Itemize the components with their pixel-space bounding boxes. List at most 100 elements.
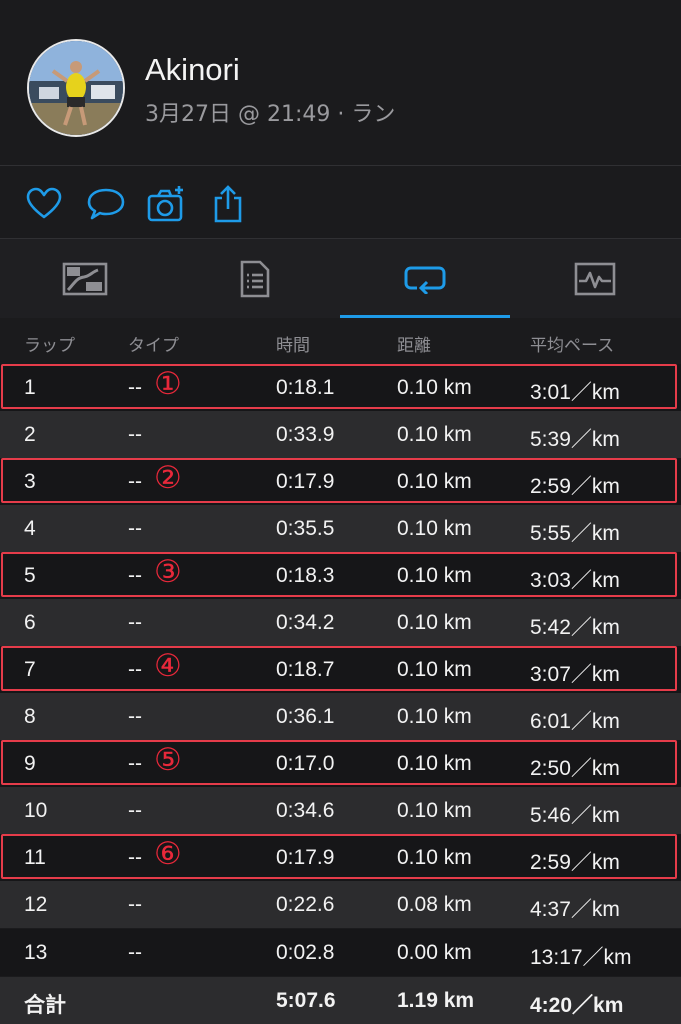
- cell-distance: 0.08 km: [397, 893, 472, 916]
- share-icon[interactable]: [208, 184, 248, 224]
- cell-lap: 4: [24, 517, 36, 540]
- cell-time: 0:33.9: [276, 423, 335, 446]
- cell-type: --: [128, 423, 142, 446]
- table-row[interactable]: 10 -- 0:34.6 0.10 km 5:46／km: [0, 787, 681, 834]
- header-pace: 平均ペース: [530, 336, 615, 356]
- cell-time: 0:18.1: [276, 376, 335, 399]
- heart-icon[interactable]: [24, 184, 64, 224]
- cell-time: 0:02.8: [276, 941, 335, 964]
- cell-lap: 2: [24, 423, 36, 446]
- laps-table-header: ラップ タイプ 時間 距離 平均ペース: [0, 318, 681, 364]
- table-row[interactable]: 8 -- 0:36.1 0.10 km 6:01／km: [0, 693, 681, 740]
- tab-summary[interactable]: [170, 239, 340, 318]
- tab-laps[interactable]: [340, 239, 510, 318]
- cell-distance: 0.10 km: [397, 376, 472, 399]
- cell-pace: 2:50／km: [530, 757, 620, 780]
- annotation-marker: ⑤: [154, 742, 182, 777]
- cell-distance: 0.10 km: [397, 564, 472, 587]
- cell-type: --: [128, 893, 142, 916]
- table-row[interactable]: 12 -- 0:22.6 0.08 km 4:37／km: [0, 881, 681, 928]
- cell-type: --: [128, 611, 142, 634]
- table-row[interactable]: 11 -- ⑥ 0:17.9 0.10 km 2:59／km: [0, 834, 681, 881]
- cell-time: 0:18.7: [276, 658, 335, 681]
- cell-distance: 0.10 km: [397, 846, 472, 869]
- comment-icon[interactable]: [86, 184, 126, 224]
- cell-pace: 13:17／km: [530, 946, 632, 969]
- table-row[interactable]: 5 -- ③ 0:18.3 0.10 km 3:03／km: [0, 552, 681, 599]
- cell-lap: 12: [24, 893, 48, 916]
- cell-type: --: [128, 658, 142, 681]
- total-time: 5:07.6: [276, 989, 336, 1012]
- add-photo-icon[interactable]: [146, 184, 186, 224]
- cell-lap: 13: [24, 941, 48, 964]
- cell-lap: 6: [24, 611, 36, 634]
- cell-distance: 0.00 km: [397, 941, 472, 964]
- cell-distance: 0.10 km: [397, 799, 472, 822]
- cell-time: 0:17.0: [276, 752, 335, 775]
- cell-pace: 3:03／km: [530, 569, 620, 592]
- cell-lap: 5: [24, 564, 36, 587]
- cell-pace: 3:01／km: [530, 381, 620, 404]
- map-icon: [62, 262, 108, 295]
- cell-time: 0:17.9: [276, 846, 335, 869]
- cell-time: 0:18.3: [276, 564, 335, 587]
- summary-icon: [240, 260, 270, 297]
- cell-pace: 5:46／km: [530, 804, 620, 827]
- cell-type: --: [128, 470, 142, 493]
- cell-lap: 7: [24, 658, 36, 681]
- cell-time: 0:22.6: [276, 893, 335, 916]
- header-type: タイプ: [128, 336, 179, 356]
- header-time: 時間: [276, 336, 310, 356]
- cell-type: --: [128, 705, 142, 728]
- cell-distance: 0.10 km: [397, 470, 472, 493]
- cell-type: --: [128, 846, 142, 869]
- cell-pace: 6:01／km: [530, 710, 620, 733]
- table-row[interactable]: 7 -- ④ 0:18.7 0.10 km 3:07／km: [0, 646, 681, 693]
- total-pace: 4:20／km: [530, 994, 624, 1017]
- activity-header: Akinori 3月27日 @ 21:49 · ラン: [0, 0, 681, 166]
- tab-bar: [0, 239, 681, 318]
- laps-icon: [404, 266, 446, 294]
- annotation-marker: ④: [154, 648, 182, 683]
- table-row[interactable]: 1 -- ① 0:18.1 0.10 km 3:01／km: [0, 364, 681, 411]
- annotation-marker: ②: [154, 460, 182, 495]
- total-label: 合計: [24, 994, 66, 1017]
- table-row[interactable]: 4 -- 0:35.5 0.10 km 5:55／km: [0, 505, 681, 552]
- cell-pace: 5:39／km: [530, 428, 620, 451]
- cell-type: --: [128, 941, 142, 964]
- cell-lap: 10: [24, 799, 48, 822]
- total-distance: 1.19 km: [397, 989, 475, 1012]
- annotation-marker: ①: [154, 366, 182, 401]
- cell-distance: 0.10 km: [397, 752, 472, 775]
- cell-pace: 2:59／km: [530, 851, 620, 874]
- table-row[interactable]: 2 -- 0:33.9 0.10 km 5:39／km: [0, 411, 681, 458]
- table-row[interactable]: 3 -- ② 0:17.9 0.10 km 2:59／km: [0, 458, 681, 505]
- cell-distance: 0.10 km: [397, 423, 472, 446]
- table-row[interactable]: 9 -- ⑤ 0:17.0 0.10 km 2:50／km: [0, 740, 681, 787]
- action-bar: [0, 166, 681, 239]
- cell-lap: 1: [24, 376, 36, 399]
- cell-distance: 0.10 km: [397, 517, 472, 540]
- table-row[interactable]: 13 -- 0:02.8 0.00 km 13:17／km: [0, 929, 681, 976]
- cell-lap: 8: [24, 705, 36, 728]
- tab-map[interactable]: [0, 239, 170, 318]
- header-distance: 距離: [397, 336, 431, 356]
- cell-distance: 0.10 km: [397, 705, 472, 728]
- user-name[interactable]: Akinori: [145, 52, 240, 88]
- cell-type: --: [128, 752, 142, 775]
- cell-type: --: [128, 376, 142, 399]
- cell-pace: 5:55／km: [530, 522, 620, 545]
- cell-time: 0:34.2: [276, 611, 335, 634]
- annotation-marker: ③: [154, 554, 182, 589]
- annotation-marker: ⑥: [154, 836, 182, 871]
- cell-time: 0:34.6: [276, 799, 335, 822]
- cell-distance: 0.10 km: [397, 658, 472, 681]
- cell-lap: 11: [24, 846, 46, 869]
- cell-type: --: [128, 799, 142, 822]
- cell-type: --: [128, 517, 142, 540]
- table-row[interactable]: 6 -- 0:34.2 0.10 km 5:42／km: [0, 599, 681, 646]
- avatar[interactable]: [27, 39, 125, 137]
- cell-distance: 0.10 km: [397, 611, 472, 634]
- activity-subtitle: 3月27日 @ 21:49 · ラン: [145, 102, 396, 127]
- tab-graphs[interactable]: [510, 239, 680, 318]
